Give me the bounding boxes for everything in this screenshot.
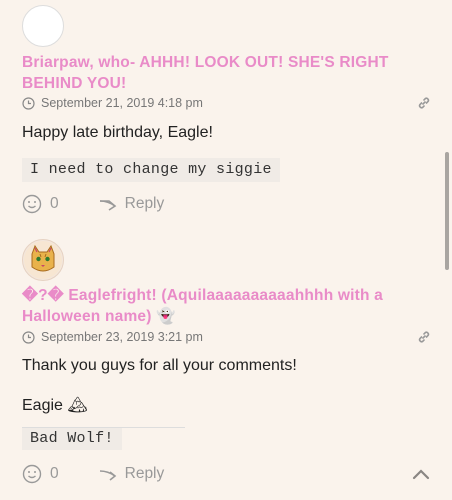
comment-author[interactable]: �?� Eaglefright! (Aquilaaaaaaaaaahhhh wi… <box>22 285 417 327</box>
comments-page: Briarpaw, who- AHHH! LOOK OUT! SHE'S RIG… <box>0 0 452 500</box>
comment-actions: 0 Reply <box>22 464 164 484</box>
comment-meta: September 21, 2019 4:18 pm <box>22 96 203 110</box>
smiley-icon[interactable] <box>22 194 42 214</box>
comment-actions: 0 Reply <box>22 194 164 214</box>
clock-icon <box>22 96 35 110</box>
link-icon[interactable] <box>416 95 432 111</box>
avatar[interactable] <box>22 5 64 47</box>
comment-meta: September 23, 2019 3:21 pm <box>22 330 203 344</box>
cat-avatar-icon <box>24 241 62 279</box>
comment-date[interactable]: September 23, 2019 3:21 pm <box>41 330 203 344</box>
comment-signature: I need to change my siggie <box>22 158 280 182</box>
chevron-up-icon[interactable] <box>412 468 430 480</box>
like-count: 0 <box>50 195 59 212</box>
signature-divider <box>22 427 185 428</box>
scrollbar[interactable] <box>445 152 449 270</box>
comment-body: Eagie 🏔 <box>22 397 88 414</box>
reply-arrow-icon <box>99 200 116 211</box>
clock-icon <box>22 330 35 344</box>
comment-body: Thank you guys for all your comments! <box>22 357 297 374</box>
reply-arrow-icon <box>99 470 116 481</box>
smiley-icon[interactable] <box>22 464 42 484</box>
comment-author[interactable]: Briarpaw, who- AHHH! LOOK OUT! SHE'S RIG… <box>22 52 417 94</box>
reply-button[interactable]: Reply <box>125 465 165 483</box>
link-icon[interactable] <box>416 329 432 345</box>
like-count: 0 <box>50 465 59 482</box>
reply-button[interactable]: Reply <box>125 195 165 213</box>
comment-date[interactable]: September 21, 2019 4:18 pm <box>41 96 203 110</box>
avatar[interactable] <box>22 239 64 281</box>
comment-signature: Bad Wolf! <box>22 428 122 450</box>
comment-body: Happy late birthday, Eagle! <box>22 124 213 141</box>
